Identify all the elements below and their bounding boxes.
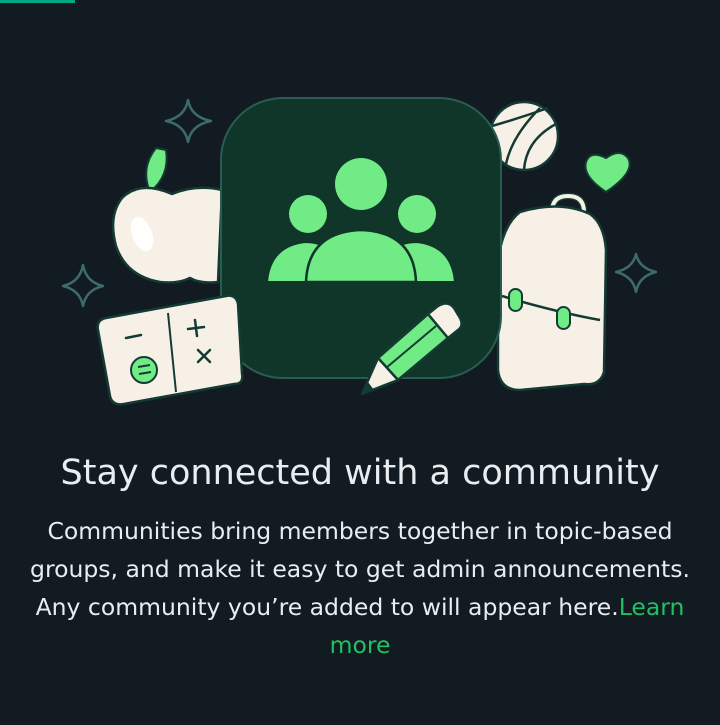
sparkle-icon — [61, 263, 105, 308]
empty-state-description: Communities bring members together in to… — [30, 512, 690, 664]
apple-icon — [111, 146, 224, 284]
empty-state-description-text: Communities bring members together in to… — [30, 517, 690, 621]
communities-screen: Stay connected with a community Communit… — [0, 0, 720, 725]
communities-illustration — [61, 97, 658, 406]
empty-state-title: Stay connected with a community — [60, 453, 660, 493]
community-people-icon — [220, 97, 502, 379]
calculator-icon — [96, 294, 244, 406]
sparkle-icon — [164, 98, 213, 144]
heart-icon — [584, 152, 631, 194]
backpack-icon — [496, 192, 608, 392]
sparkle-icon — [614, 252, 658, 294]
